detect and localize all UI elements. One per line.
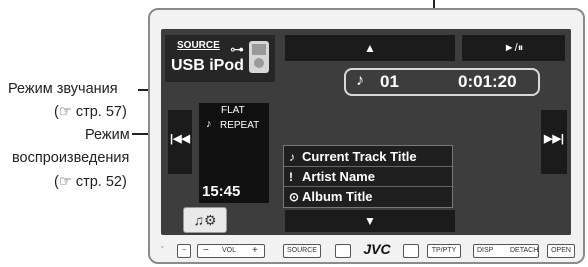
down-arrow-icon: ▼	[364, 214, 376, 228]
tp-pty-button[interactable]: TP/PTY	[427, 244, 461, 258]
list-item[interactable]: ♪ Current Track Title	[284, 147, 454, 167]
sound-mode-value: FLAT	[221, 105, 245, 116]
playback-mode-label-line2: воспроизведения	[12, 150, 130, 166]
menu-icon[interactable]: ♫⚙	[183, 207, 227, 233]
open-button[interactable]: OPEN	[547, 244, 575, 258]
clock: 15:45	[202, 183, 241, 200]
source-button[interactable]: SOURCE	[283, 244, 321, 258]
scroll-down-button[interactable]: ▼	[285, 210, 455, 232]
previous-track-button[interactable]: |◀◀	[168, 110, 192, 174]
next-icon: ▶▶|	[544, 133, 564, 145]
album-icon: ⊙	[289, 190, 300, 204]
playback-mode-ref: (☞ стр. 52)	[54, 174, 127, 190]
list-item[interactable]: ⊙ Album Title	[284, 187, 454, 207]
source-name: USB iPod	[171, 57, 244, 74]
left-small-button[interactable]	[335, 244, 351, 258]
usb-icon: ⊶	[230, 41, 244, 57]
artist-name: Artist Name	[302, 169, 375, 184]
source-panel[interactable]: SOURCE USB iPod ⊶	[165, 35, 275, 82]
volume-down-label: −	[203, 245, 209, 256]
ipod-icon	[249, 41, 269, 73]
track-info-list: ♪ Current Track Title ! Artist Name ⊙ Al…	[283, 145, 454, 208]
brand-logo: JVC	[363, 241, 391, 257]
up-arrow-icon: ▲	[364, 41, 376, 55]
music-note-icon: ♪	[289, 150, 295, 164]
sound-mode-label: Режим звучания	[8, 81, 118, 97]
play-pause-button[interactable]: ►/⏸	[462, 35, 565, 61]
play-pause-icon: ►/⏸	[503, 42, 524, 54]
repeat-note-icon: ♪	[206, 118, 212, 130]
disp-button[interactable]: DISP DETACH	[473, 244, 539, 258]
volume-label: VOL	[222, 247, 237, 254]
music-note-icon: ♪	[356, 72, 364, 89]
source-label: SOURCE	[177, 40, 220, 51]
track-time-display: ♪ 01 0:01:20	[344, 68, 540, 96]
track-number: 01	[380, 72, 399, 91]
elapsed-time: 0:01:20	[458, 72, 517, 91]
disp-label: DISP	[477, 247, 494, 254]
detach-label: DETACH	[510, 247, 539, 254]
album-title: Album Title	[302, 189, 373, 204]
repeat-mode-value: REPEAT	[220, 120, 260, 131]
sound-mode-ref: (☞ стр. 57)	[54, 104, 127, 120]
control-bar: ◦ − − VOL + SOURCE JVC TP/PTY DISP DETAC…	[155, 241, 580, 260]
current-track-title: Current Track Title	[302, 149, 417, 164]
next-track-button[interactable]: ▶▶|	[541, 110, 567, 174]
status-panel: FLAT ♪ REPEAT 15:45	[199, 103, 269, 203]
artist-icon: !	[289, 170, 293, 184]
right-small-button[interactable]	[403, 244, 419, 258]
previous-icon: |◀◀	[170, 133, 190, 145]
attention-indicator: ◦	[161, 244, 164, 251]
volume-rocker[interactable]: − VOL +	[197, 244, 265, 258]
scroll-up-button[interactable]: ▲	[285, 35, 455, 61]
list-item[interactable]: ! Artist Name	[284, 167, 454, 187]
minus-small-button[interactable]: −	[177, 244, 191, 258]
volume-up-label: +	[252, 245, 258, 256]
playback-mode-label-line1: Режим	[85, 127, 130, 143]
